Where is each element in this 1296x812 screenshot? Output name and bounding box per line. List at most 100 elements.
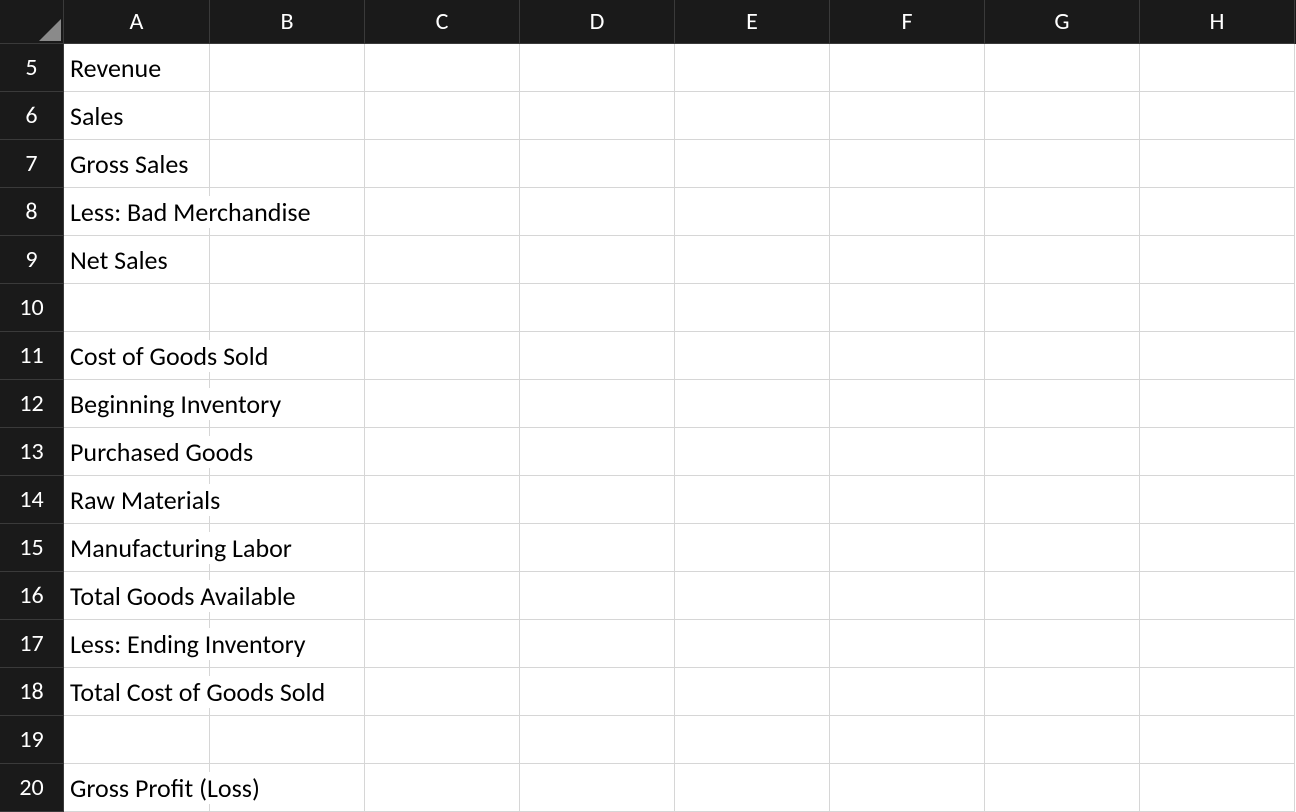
- cell-E17[interactable]: [675, 620, 830, 668]
- cell-F16[interactable]: [830, 572, 985, 620]
- cell-A11[interactable]: Cost of Goods Sold: [64, 332, 210, 380]
- cell-C11[interactable]: [365, 332, 520, 380]
- cell-A12[interactable]: Beginning Inventory: [64, 380, 210, 428]
- cell-H15[interactable]: [1140, 524, 1295, 572]
- column-header-H[interactable]: H: [1140, 0, 1295, 44]
- cell-H17[interactable]: [1140, 620, 1295, 668]
- cell-C10[interactable]: [365, 284, 520, 332]
- cell-F15[interactable]: [830, 524, 985, 572]
- cell-H9[interactable]: [1140, 236, 1295, 284]
- cell-A9[interactable]: Net Sales: [64, 236, 210, 284]
- cell-F7[interactable]: [830, 140, 985, 188]
- row-header-20[interactable]: 20: [0, 764, 64, 812]
- cell-C5[interactable]: [365, 44, 520, 92]
- row-header-19[interactable]: 19: [0, 716, 64, 764]
- column-header-A[interactable]: A: [64, 0, 210, 44]
- cell-C8[interactable]: [365, 188, 520, 236]
- cell-A19[interactable]: [64, 716, 210, 764]
- cell-D16[interactable]: [520, 572, 675, 620]
- cell-F14[interactable]: [830, 476, 985, 524]
- cell-G18[interactable]: [985, 668, 1140, 716]
- cell-F20[interactable]: [830, 764, 985, 812]
- cell-F17[interactable]: [830, 620, 985, 668]
- row-header-8[interactable]: 8: [0, 188, 64, 236]
- cell-G13[interactable]: [985, 428, 1140, 476]
- cell-G11[interactable]: [985, 332, 1140, 380]
- cell-H20[interactable]: [1140, 764, 1295, 812]
- cell-A5[interactable]: Revenue: [64, 44, 210, 92]
- cell-E19[interactable]: [675, 716, 830, 764]
- cell-A8[interactable]: Less: Bad Merchandise: [64, 188, 210, 236]
- cell-G19[interactable]: [985, 716, 1140, 764]
- cell-D13[interactable]: [520, 428, 675, 476]
- cell-E18[interactable]: [675, 668, 830, 716]
- row-header-5[interactable]: 5: [0, 44, 64, 92]
- cell-C13[interactable]: [365, 428, 520, 476]
- cell-H7[interactable]: [1140, 140, 1295, 188]
- row-header-18[interactable]: 18: [0, 668, 64, 716]
- cell-D7[interactable]: [520, 140, 675, 188]
- cell-D5[interactable]: [520, 44, 675, 92]
- cell-F9[interactable]: [830, 236, 985, 284]
- cell-A18[interactable]: Total Cost of Goods Sold: [64, 668, 210, 716]
- cell-C19[interactable]: [365, 716, 520, 764]
- cell-F11[interactable]: [830, 332, 985, 380]
- cell-G15[interactable]: [985, 524, 1140, 572]
- cell-D20[interactable]: [520, 764, 675, 812]
- row-header-6[interactable]: 6: [0, 92, 64, 140]
- cell-D12[interactable]: [520, 380, 675, 428]
- cell-B10[interactable]: [210, 284, 365, 332]
- cell-H12[interactable]: [1140, 380, 1295, 428]
- cell-D15[interactable]: [520, 524, 675, 572]
- cell-D6[interactable]: [520, 92, 675, 140]
- cell-H16[interactable]: [1140, 572, 1295, 620]
- row-header-11[interactable]: 11: [0, 332, 64, 380]
- cell-B5[interactable]: [210, 44, 365, 92]
- cell-H8[interactable]: [1140, 188, 1295, 236]
- cell-H14[interactable]: [1140, 476, 1295, 524]
- column-header-F[interactable]: F: [830, 0, 985, 44]
- row-header-7[interactable]: 7: [0, 140, 64, 188]
- cell-C18[interactable]: [365, 668, 520, 716]
- cell-A14[interactable]: Raw Materials: [64, 476, 210, 524]
- cell-A10[interactable]: [64, 284, 210, 332]
- cell-A17[interactable]: Less: Ending Inventory: [64, 620, 210, 668]
- cell-D18[interactable]: [520, 668, 675, 716]
- cell-C20[interactable]: [365, 764, 520, 812]
- row-header-13[interactable]: 13: [0, 428, 64, 476]
- cell-H19[interactable]: [1140, 716, 1295, 764]
- cell-C16[interactable]: [365, 572, 520, 620]
- cell-B6[interactable]: [210, 92, 365, 140]
- cell-F12[interactable]: [830, 380, 985, 428]
- cell-F18[interactable]: [830, 668, 985, 716]
- cell-E14[interactable]: [675, 476, 830, 524]
- cell-C7[interactable]: [365, 140, 520, 188]
- cell-D17[interactable]: [520, 620, 675, 668]
- row-header-10[interactable]: 10: [0, 284, 64, 332]
- cell-C15[interactable]: [365, 524, 520, 572]
- cell-F5[interactable]: [830, 44, 985, 92]
- cell-H18[interactable]: [1140, 668, 1295, 716]
- row-header-17[interactable]: 17: [0, 620, 64, 668]
- cell-A15[interactable]: Manufacturing Labor: [64, 524, 210, 572]
- cell-E13[interactable]: [675, 428, 830, 476]
- cell-E11[interactable]: [675, 332, 830, 380]
- cell-E7[interactable]: [675, 140, 830, 188]
- cell-D19[interactable]: [520, 716, 675, 764]
- cell-E16[interactable]: [675, 572, 830, 620]
- cell-H10[interactable]: [1140, 284, 1295, 332]
- cell-F10[interactable]: [830, 284, 985, 332]
- cell-B19[interactable]: [210, 716, 365, 764]
- row-header-15[interactable]: 15: [0, 524, 64, 572]
- cell-E5[interactable]: [675, 44, 830, 92]
- cell-E9[interactable]: [675, 236, 830, 284]
- cell-H6[interactable]: [1140, 92, 1295, 140]
- cell-G10[interactable]: [985, 284, 1140, 332]
- cell-B9[interactable]: [210, 236, 365, 284]
- row-header-12[interactable]: 12: [0, 380, 64, 428]
- select-all-corner[interactable]: [0, 0, 64, 44]
- row-header-9[interactable]: 9: [0, 236, 64, 284]
- column-header-C[interactable]: C: [365, 0, 520, 44]
- cell-D10[interactable]: [520, 284, 675, 332]
- column-header-D[interactable]: D: [520, 0, 675, 44]
